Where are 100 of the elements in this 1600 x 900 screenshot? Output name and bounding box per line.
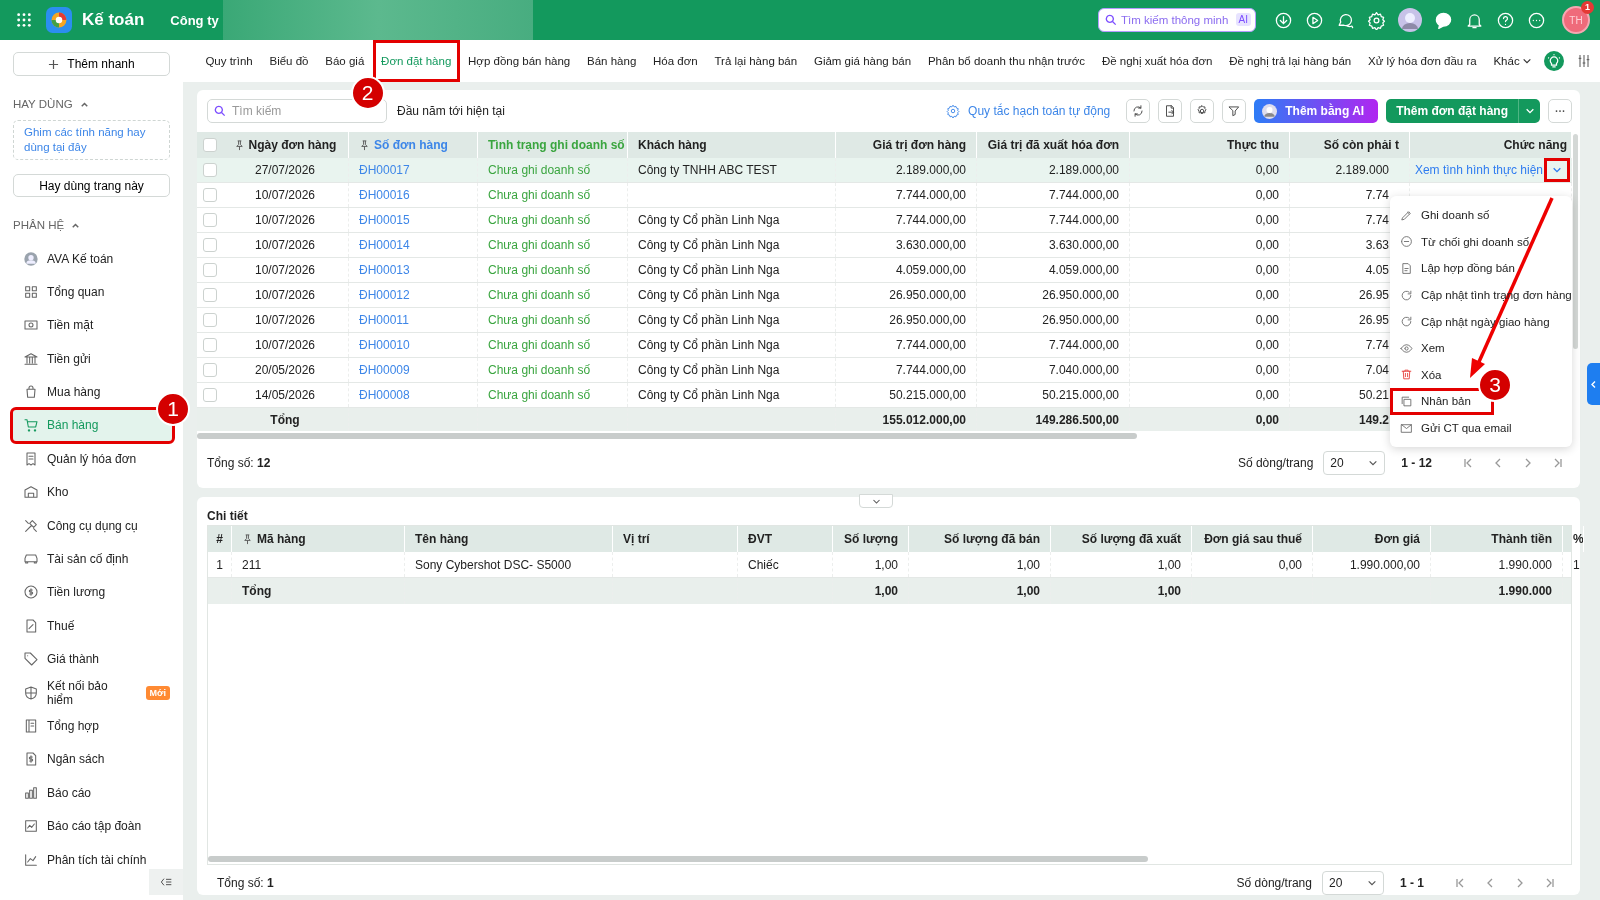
assistant-avatar[interactable]: [1398, 8, 1422, 32]
row-checkbox[interactable]: [202, 213, 217, 227]
sidebar-item[interactable]: Giá thành: [13, 643, 106, 675]
selected-table-row[interactable]: 27/07/2026 ĐH00017 Chưa ghi doanh số Công ty TNHH ABC TEST 2.189.000,00 2.189.000,00 0,00 2.189.000 Xem tình hình thực hiện: [197, 158, 1572, 183]
sidebar-item[interactable]: Tiền lương: [13, 576, 112, 608]
order-link[interactable]: ĐH00008: [359, 388, 410, 402]
favorite-button[interactable]: Hay dùng trang này: [13, 174, 170, 197]
tab[interactable]: Phân bổ doanh thu nhận trước: [919, 40, 1094, 82]
menu-item[interactable]: Cập nhật ngày giao hàng: [1390, 308, 1560, 335]
menu-item[interactable]: Lập hợp đồng bán: [1390, 255, 1525, 282]
collapse-sidebar-button[interactable]: [149, 869, 183, 895]
tab[interactable]: Giảm giá hàng bán: [805, 40, 920, 82]
play-icon[interactable]: [1305, 10, 1324, 30]
more-button[interactable]: [1548, 99, 1572, 123]
period-filter[interactable]: Đầu năm tới hiện tại: [397, 104, 505, 118]
download-icon[interactable]: [1274, 10, 1293, 30]
scrollbar-thumb[interactable]: [1573, 134, 1578, 349]
scrollbar-thumb[interactable]: [197, 433, 1137, 439]
pin-icon[interactable]: [242, 533, 253, 545]
export-button[interactable]: [1158, 99, 1183, 123]
menu-item[interactable]: Xóa: [1390, 361, 1452, 389]
tab[interactable]: Bán hàng: [578, 40, 645, 82]
sidebar-item[interactable]: Ngân sách: [13, 743, 111, 775]
sidebar-item[interactable]: Tiền gửi: [13, 343, 97, 375]
order-link[interactable]: ĐH00009: [359, 363, 410, 377]
row-checkbox[interactable]: [202, 188, 217, 202]
tab[interactable]: Xử lý hóa đơn đầu ra: [1359, 40, 1486, 82]
tab[interactable]: Biểu đồ: [261, 40, 317, 82]
last-page-icon[interactable]: [1552, 457, 1564, 469]
row-checkbox[interactable]: [202, 238, 217, 252]
view-progress-link[interactable]: Xem tình hình thực hiện: [1414, 163, 1543, 177]
sidebar-item[interactable]: Phân tích tài chính: [13, 844, 153, 876]
last-page-icon[interactable]: [1544, 877, 1556, 889]
row-checkbox[interactable]: [202, 313, 217, 327]
callout-number: 2: [350, 76, 385, 110]
tab[interactable]: Khác: [1485, 40, 1541, 82]
filter-button[interactable]: [1222, 99, 1247, 123]
sliders-icon[interactable]: [1576, 53, 1592, 69]
tab[interactable]: Hóa đơn: [644, 40, 707, 82]
settings-button[interactable]: [1190, 99, 1215, 123]
sidebar-item[interactable]: Công cụ dụng cụ: [13, 510, 144, 542]
pin-icon[interactable]: [233, 139, 245, 151]
tab[interactable]: Trả lại hàng bán: [706, 40, 806, 82]
menu-item[interactable]: Từ chối ghi doanh số: [1390, 228, 1540, 256]
page-size-select[interactable]: 20: [1322, 871, 1384, 895]
order-link[interactable]: ĐH00010: [359, 338, 410, 352]
settings-icon[interactable]: [1367, 10, 1386, 30]
sidebar-item[interactable]: Mua hàng: [13, 376, 107, 408]
sidebar-item[interactable]: Báo cáo tập đoàn: [13, 810, 148, 842]
row-checkbox[interactable]: [202, 163, 217, 177]
tab[interactable]: Hợp đồng bán hàng: [459, 40, 579, 82]
pin-icon[interactable]: [359, 139, 370, 151]
scrollbar-thumb[interactable]: [208, 856, 1148, 862]
search-field[interactable]: Tìm kiếm: [207, 99, 387, 123]
sidebar-item[interactable]: Báo cáo: [13, 777, 98, 809]
help-icon[interactable]: [1496, 10, 1515, 30]
refresh-button[interactable]: [1126, 99, 1151, 123]
sidebar-item[interactable]: Quản lý hóa đơn: [13, 443, 143, 475]
total-cell: 1.990.000: [1498, 584, 1552, 598]
row-checkbox[interactable]: [202, 388, 217, 402]
row-checkbox[interactable]: [202, 363, 217, 377]
sidebar-item[interactable]: Tiền mặt: [13, 309, 100, 341]
page-size-select[interactable]: 20: [1323, 451, 1386, 475]
add-order-button[interactable]: Thêm đơn đặt hàng: [1386, 99, 1518, 123]
add-with-ai-button[interactable]: Thêm bằng AI: [1254, 99, 1379, 123]
order-link[interactable]: ĐH00015: [359, 213, 410, 227]
menu-item[interactable]: Xem: [1390, 334, 1455, 362]
order-link[interactable]: ĐH00011: [359, 313, 409, 327]
lightbulb-icon[interactable]: [1544, 51, 1564, 71]
rules-link[interactable]: Quy tắc hạch toán tự động: [968, 104, 1111, 118]
row-checkbox[interactable]: [202, 338, 217, 352]
select-all-checkbox[interactable]: [202, 138, 217, 152]
order-link[interactable]: ĐH00013: [359, 263, 410, 277]
menu-item[interactable]: Gửi CT qua email: [1390, 414, 1522, 442]
menu-item[interactable]: Ghi doanh số: [1390, 202, 1500, 229]
sidebar-item[interactable]: Thuế: [13, 610, 81, 642]
tab[interactable]: Đề nghị xuất hóa đơn: [1093, 40, 1221, 82]
message-icon[interactable]: [1434, 10, 1453, 30]
sidebar-item[interactable]: Kết nối bảo hiểm: [13, 677, 138, 709]
dropdown-caret[interactable]: [1547, 161, 1567, 179]
order-link[interactable]: ĐH00016: [359, 188, 410, 202]
sidebar-item[interactable]: Tổng quan: [13, 276, 111, 308]
sidebar-item[interactable]: Tổng hợp: [13, 710, 105, 742]
tab[interactable]: Đề nghị trả lại hàng bán: [1220, 40, 1360, 82]
row-checkbox[interactable]: [202, 288, 217, 302]
sidebar-item[interactable]: AVA Kế toán: [13, 243, 120, 274]
side-panel-tab[interactable]: [1587, 363, 1600, 405]
sidebar-item[interactable]: Kho: [13, 476, 75, 508]
first-page-icon[interactable]: [1462, 457, 1474, 469]
tab[interactable]: Quy trình: [197, 40, 262, 82]
more-icon[interactable]: [1527, 10, 1546, 30]
order-link[interactable]: ĐH00012: [359, 288, 410, 302]
order-link[interactable]: ĐH00014: [359, 238, 410, 252]
sidebar-item[interactable]: Tài sản cố định: [13, 543, 135, 575]
collapse-toggle[interactable]: [859, 494, 893, 508]
row-checkbox[interactable]: [202, 263, 217, 277]
quick-add-button[interactable]: Thêm nhanh: [13, 52, 170, 76]
apps-icon[interactable]: [16, 12, 32, 28]
first-page-icon[interactable]: [1454, 877, 1466, 889]
add-options-button[interactable]: [1518, 99, 1540, 123]
